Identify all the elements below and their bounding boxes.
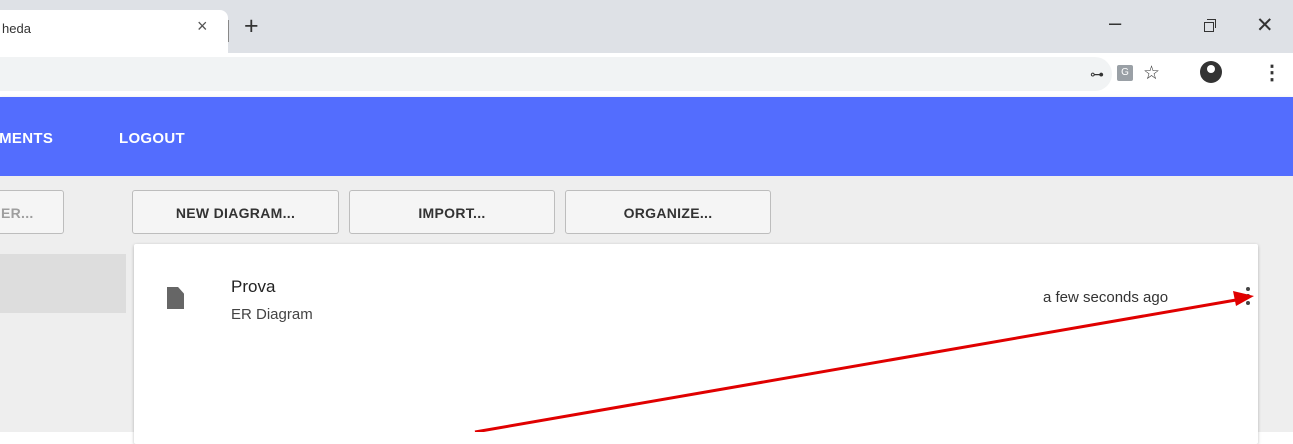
more-options-icon[interactable] bbox=[1246, 287, 1252, 308]
new-diagram-button[interactable]: NEW DIAGRAM... bbox=[132, 190, 339, 234]
document-list-card bbox=[134, 244, 1258, 444]
organize-button[interactable]: ORGANIZE... bbox=[565, 190, 771, 234]
document-type: ER Diagram bbox=[231, 306, 313, 323]
tab-title: heda bbox=[2, 21, 31, 36]
account-icon[interactable] bbox=[1200, 61, 1222, 83]
key-icon[interactable]: ⊶ bbox=[1090, 66, 1104, 83]
address-bar[interactable] bbox=[0, 57, 1112, 91]
window-close-icon[interactable]: ✕ bbox=[1256, 13, 1274, 38]
sidebar-item-selected[interactable] bbox=[0, 254, 126, 313]
browser-menu-icon[interactable]: ⋮ bbox=[1262, 60, 1282, 85]
star-icon[interactable]: ☆ bbox=[1143, 62, 1160, 85]
minimize-icon[interactable]: – bbox=[1109, 10, 1121, 36]
nav-documents[interactable]: UMENTS bbox=[0, 130, 53, 147]
tab-close-icon[interactable]: × bbox=[197, 16, 208, 37]
document-name[interactable]: Prova bbox=[231, 277, 275, 297]
restore-icon[interactable] bbox=[1204, 22, 1214, 32]
translate-icon[interactable]: G bbox=[1117, 65, 1133, 81]
document-modified-time: a few seconds ago bbox=[1043, 289, 1169, 306]
import-button[interactable]: IMPORT... bbox=[349, 190, 555, 234]
nav-logout[interactable]: LOGOUT bbox=[119, 130, 185, 147]
app-bar bbox=[0, 97, 1293, 176]
new-tab-icon[interactable]: + bbox=[244, 12, 259, 41]
tab-separator bbox=[228, 20, 229, 42]
browser-tab[interactable] bbox=[0, 10, 228, 53]
filter-button[interactable]: ER... bbox=[0, 190, 64, 234]
